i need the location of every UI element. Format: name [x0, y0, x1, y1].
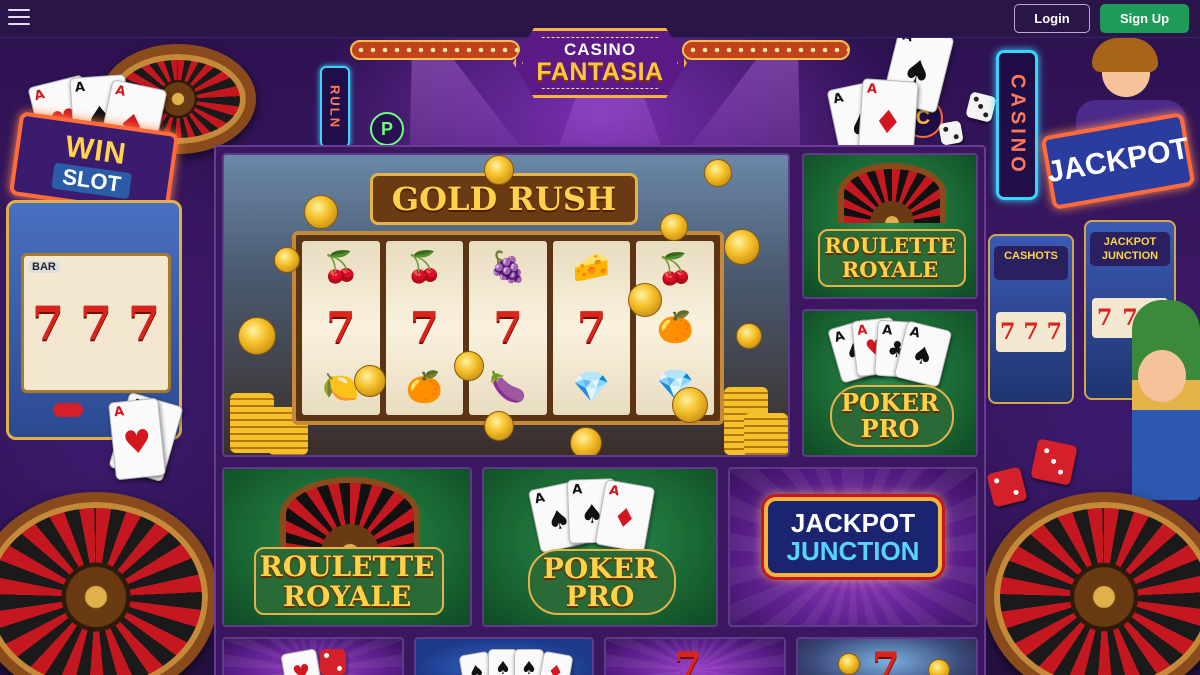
- slot-machine-title: JACKPOT JUNCTION: [1090, 232, 1170, 266]
- game-title-line2: PRO: [860, 414, 920, 443]
- logo-casino-text: CASINO: [563, 40, 637, 59]
- cherry-icon: 🍒: [322, 250, 360, 286]
- seven-symbol: 7: [493, 302, 523, 352]
- playing-card-decoration: A♥: [108, 397, 166, 481]
- coin-stack-decoration: [744, 413, 788, 455]
- slot-machine-reel-window: 7 7 7: [21, 253, 171, 393]
- roulette-wheel-decoration: [0, 492, 218, 675]
- game-title-line2: ROYALE: [282, 580, 412, 613]
- gold-coin-icon: [672, 387, 708, 423]
- gold-coin-icon: [304, 195, 338, 229]
- slot-reel: 🍒 🍊 💎: [636, 241, 714, 415]
- game-tile-partial[interactable]: ♥: [222, 637, 404, 675]
- seven-symbol: 7: [127, 296, 160, 350]
- game-tile-partial[interactable]: 7: [796, 637, 978, 675]
- signup-button[interactable]: Sign Up: [1100, 4, 1189, 33]
- seven-symbol: 7: [31, 296, 64, 350]
- dice-decoration: [938, 120, 964, 146]
- slot-machine-title: CASHOTS: [994, 246, 1068, 280]
- logo-fantasia-text: FANTASIA: [536, 58, 664, 86]
- game-title-line1: JACKPOT: [790, 508, 916, 538]
- marquee-light-bar-right: [682, 40, 850, 60]
- seven-symbol: 7: [326, 302, 356, 352]
- gold-coin-icon: [928, 659, 950, 675]
- marquee-light-bar-left: [350, 40, 520, 60]
- gold-coin-icon: [274, 247, 300, 273]
- gold-coin-icon: [570, 427, 602, 455]
- bar-symbol: BAR: [29, 261, 59, 273]
- diamond-icon: 💎: [572, 369, 611, 405]
- gold-coin-icon: [484, 155, 514, 185]
- game-tile-poker-pro[interactable]: A ♠ A ♠ A ♦ POKER PRO: [482, 467, 718, 627]
- seven-symbol: 7: [576, 302, 607, 352]
- gold-coin-icon: [628, 283, 662, 317]
- gold-nugget-icon: 🧀: [572, 250, 611, 286]
- seven-symbol: 7: [409, 302, 439, 352]
- game-grid-frame: GOLD RUSH 🍒 7 🍋 🍒 7 🍊 🍇 7 🍆 🧀 7 💎 🍒 🍊 💎 …: [214, 145, 986, 675]
- game-title-line1: POKER: [542, 552, 658, 585]
- casino-fantasia-logo[interactable]: CASINO FANTASIA: [513, 28, 687, 98]
- jackpot-neon-sign: JACKPOT: [1040, 112, 1196, 210]
- cherry-icon: 🍒: [405, 250, 444, 286]
- slot-machine-reel-window: 777: [996, 312, 1066, 352]
- login-button[interactable]: Login: [1014, 4, 1090, 33]
- playing-card-icon: ♥: [280, 648, 324, 675]
- gold-coin-icon: [838, 653, 860, 675]
- game-title-line1: ROULETTE: [259, 550, 435, 583]
- game-tile-partial[interactable]: 7: [604, 637, 786, 675]
- game-tile-roulette-royale[interactable]: ROULETTE ROYALE: [222, 467, 472, 627]
- hamburger-menu-icon[interactable]: [8, 9, 30, 27]
- roulette-wheel-icon: [280, 477, 420, 553]
- dice-decoration: [965, 91, 997, 123]
- game-title-line1: POKER: [840, 388, 940, 417]
- game-tile-jackpot-junction[interactable]: JACKPOT JUNCTION: [728, 467, 978, 627]
- roulette-wheel-icon: [838, 163, 946, 223]
- slot-machine-button: [53, 403, 83, 417]
- plum-icon: 🍇: [489, 250, 527, 286]
- slot-reel: 🍇 7 🍆: [469, 241, 547, 415]
- poker-neon-sign: P: [370, 112, 404, 146]
- eggplant-icon: 🍆: [489, 369, 527, 405]
- gold-coin-icon: [484, 411, 514, 441]
- gold-coin-icon: [660, 213, 688, 241]
- game-title-line1: ROULETTE: [824, 233, 956, 258]
- playing-card-icon: A ♦: [594, 479, 656, 553]
- slot-machine-decoration: CASHOTS 777: [988, 234, 1074, 404]
- seven-symbol: 7: [674, 644, 702, 675]
- game-tile-gold-rush[interactable]: GOLD RUSH 🍒 7 🍋 🍒 7 🍊 🍇 7 🍆 🧀 7 💎 🍒 🍊 💎: [222, 153, 790, 457]
- game-tile-partial[interactable]: ♠ ♠ ♠ ♦: [414, 637, 594, 675]
- host-character-hair: [1092, 38, 1158, 72]
- game-title-line2: PRO: [565, 580, 635, 613]
- game-title-line2: ROYALE: [841, 257, 939, 282]
- game-tile-poker-pro[interactable]: A♠ A♥ A♣ A♠ POKER PRO: [802, 309, 978, 457]
- gold-coin-icon: [354, 365, 386, 397]
- gold-coin-icon: [704, 159, 732, 187]
- game-tile-roulette-royale[interactable]: ROULETTE ROYALE: [802, 153, 978, 299]
- jester-character-face: [1138, 350, 1186, 402]
- seven-symbol: 7: [872, 644, 900, 675]
- cherry-icon: 🍒: [656, 252, 694, 287]
- game-title-line2: JUNCTION: [786, 536, 920, 566]
- gold-rush-reels: 🍒 7 🍋 🍒 7 🍊 🍇 7 🍆 🧀 7 💎 🍒 🍊 💎: [292, 231, 724, 425]
- seven-symbol: 7: [79, 296, 112, 350]
- gold-coin-icon: [736, 323, 762, 349]
- gold-coin-icon: [724, 229, 760, 265]
- casino-neon-sign: CASINO: [996, 50, 1038, 200]
- gold-coin-icon: [238, 317, 276, 355]
- roulette-neon-sign: RULN: [320, 66, 350, 148]
- dice-icon: [320, 649, 346, 675]
- jackpot-junction-plaque: JACKPOT JUNCTION: [764, 497, 942, 577]
- dice-decoration: [1030, 438, 1078, 486]
- orange-icon: 🍊: [405, 369, 444, 405]
- slot-reel: 🧀 7 💎: [552, 241, 631, 415]
- orange-icon: 🍊: [656, 310, 694, 345]
- roulette-wheel-decoration: [984, 492, 1200, 675]
- slot-reel: 🍒 7 🍊: [385, 241, 464, 415]
- dice-decoration: [986, 466, 1028, 508]
- gold-coin-icon: [454, 351, 484, 381]
